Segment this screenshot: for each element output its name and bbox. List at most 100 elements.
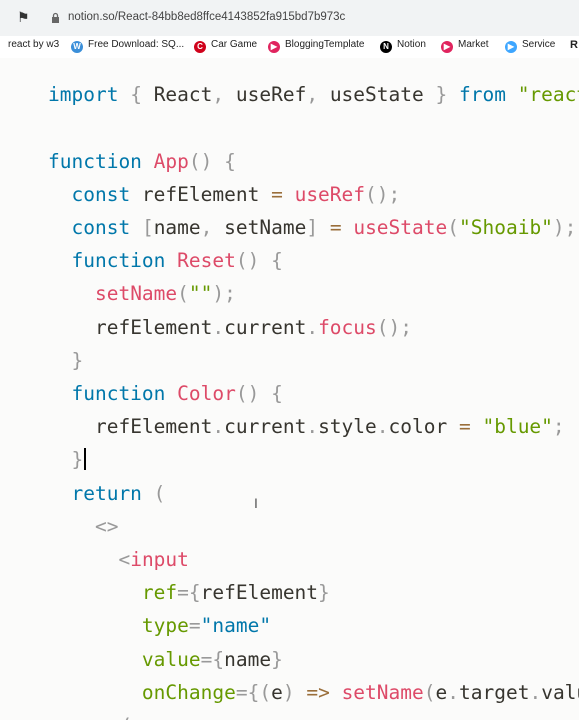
code-token: "Shoaib" (459, 216, 553, 239)
code-token: ={ (235, 680, 260, 704)
text-cursor-icon: I (254, 495, 258, 511)
code-line[interactable]: } (48, 445, 87, 475)
code-token: () { (235, 249, 283, 273)
code-token: focus (318, 315, 377, 339)
code-line[interactable]: type="name" (48, 611, 271, 641)
code-token: . (306, 315, 319, 339)
code-line[interactable] (48, 58, 71, 77)
code-token: . (376, 415, 389, 439)
code-line[interactable]: refElement.current.style.color = "blue"; (48, 412, 565, 442)
code-line[interactable]: <> (48, 512, 118, 542)
code-token: , (306, 83, 330, 107)
code-line[interactable]: const [name, setName] = useState("Shoaib… (48, 213, 576, 243)
code-token: refElement (200, 581, 319, 605)
code-token: current (224, 315, 307, 339)
code-token: useState (353, 216, 448, 239)
code-line[interactable]: setName(""); (48, 279, 236, 309)
bookmark-item[interactable]: ▶ Service (505, 39, 555, 53)
url-text[interactable]: notion.so/React-84bb8ed8ffce4143852fa915… (68, 11, 345, 23)
code-token: setName (224, 216, 307, 239)
code-token: } (71, 348, 84, 372)
code-token: App (153, 149, 189, 173)
lock-icon[interactable] (51, 12, 60, 24)
code-line[interactable]: /> (48, 711, 141, 720)
code-line[interactable]: onChange={(e) => setName(e.target.value)… (48, 678, 579, 708)
code-line[interactable]: function Color() { (48, 379, 283, 409)
code-token: [ (141, 216, 154, 239)
bookmarks-bar: react by w3 W Free Download: SQ... C Car Gam… (0, 36, 579, 59)
code-token: value (541, 680, 579, 704)
code-token: . (529, 680, 542, 704)
bookmark-label: R (570, 39, 578, 51)
code-token: /> (118, 714, 141, 720)
code-token: function (71, 382, 166, 405)
code-line[interactable]: function App() { (48, 147, 236, 177)
code-line[interactable]: ref={refElement} (48, 578, 330, 608)
code-token: = (188, 614, 201, 638)
code-line[interactable]: value={name} (48, 645, 283, 675)
code-line[interactable]: return ( (48, 479, 165, 509)
code-token: (); (365, 182, 401, 206)
code-token: input (130, 548, 189, 571)
code-block[interactable]: import { React, useRef, useState } from … (0, 58, 579, 720)
code-token: React (153, 83, 213, 107)
code-token: (); (376, 315, 412, 339)
code-token: setName (94, 282, 178, 306)
code-line[interactable]: import { React, useRef, useState } from … (48, 80, 579, 110)
bookmark-label: BloggingTemplate (285, 39, 365, 50)
bookmark-label: react by w3 (8, 39, 60, 50)
bookmark-label: Free Download: SQ... (88, 39, 185, 50)
code-token: value (141, 647, 201, 671)
code-token: "react" (517, 83, 579, 107)
code-token: . (212, 315, 225, 339)
bookmark-label: Market (458, 39, 489, 50)
code-token: , (200, 216, 225, 239)
code-token: return (71, 481, 142, 505)
play-arrow-icon: ▶ (505, 41, 517, 53)
code-token: () { (235, 382, 283, 405)
bookmark-item[interactable]: R (570, 39, 578, 51)
code-token: ( (141, 481, 166, 505)
bookmark-item[interactable]: ▶ Market (441, 39, 489, 53)
code-line[interactable]: } (48, 346, 83, 376)
code-token: "name" (200, 614, 272, 638)
bookmark-label: Notion (397, 39, 426, 50)
bookmark-item[interactable]: C Car Game (194, 39, 257, 53)
code-token: } (318, 581, 330, 605)
play-logo-icon: ▶ (268, 41, 280, 53)
bookmark-item[interactable]: W Free Download: SQ... (71, 39, 184, 53)
code-token: ( (447, 216, 459, 239)
code-line[interactable]: <input (48, 545, 189, 575)
bookmark-item[interactable]: N Notion (380, 39, 426, 53)
code-line[interactable]: function Reset() { (48, 246, 283, 276)
code-token: target (459, 680, 530, 704)
bookmark-item[interactable]: react by w3 (8, 39, 59, 50)
notion-logo-icon: N (380, 41, 392, 53)
code-token: } (423, 83, 459, 107)
code-token: = (458, 415, 471, 439)
code-token: type (141, 614, 189, 638)
code-token: = (271, 182, 283, 206)
code-token: "blue" (482, 415, 553, 439)
bookmark-star-icon[interactable]: ⚑ (17, 10, 30, 24)
code-token: function (71, 249, 166, 273)
play-logo-icon: ▶ (441, 41, 453, 53)
code-line[interactable]: const refElement = useRef(); (48, 180, 400, 210)
bookmark-label: Service (522, 39, 556, 50)
code-token: import (48, 83, 119, 107)
code-line[interactable]: refElement.current.focus(); (48, 313, 412, 343)
bookmark-item[interactable]: ▶ BloggingTemplate (268, 39, 365, 53)
